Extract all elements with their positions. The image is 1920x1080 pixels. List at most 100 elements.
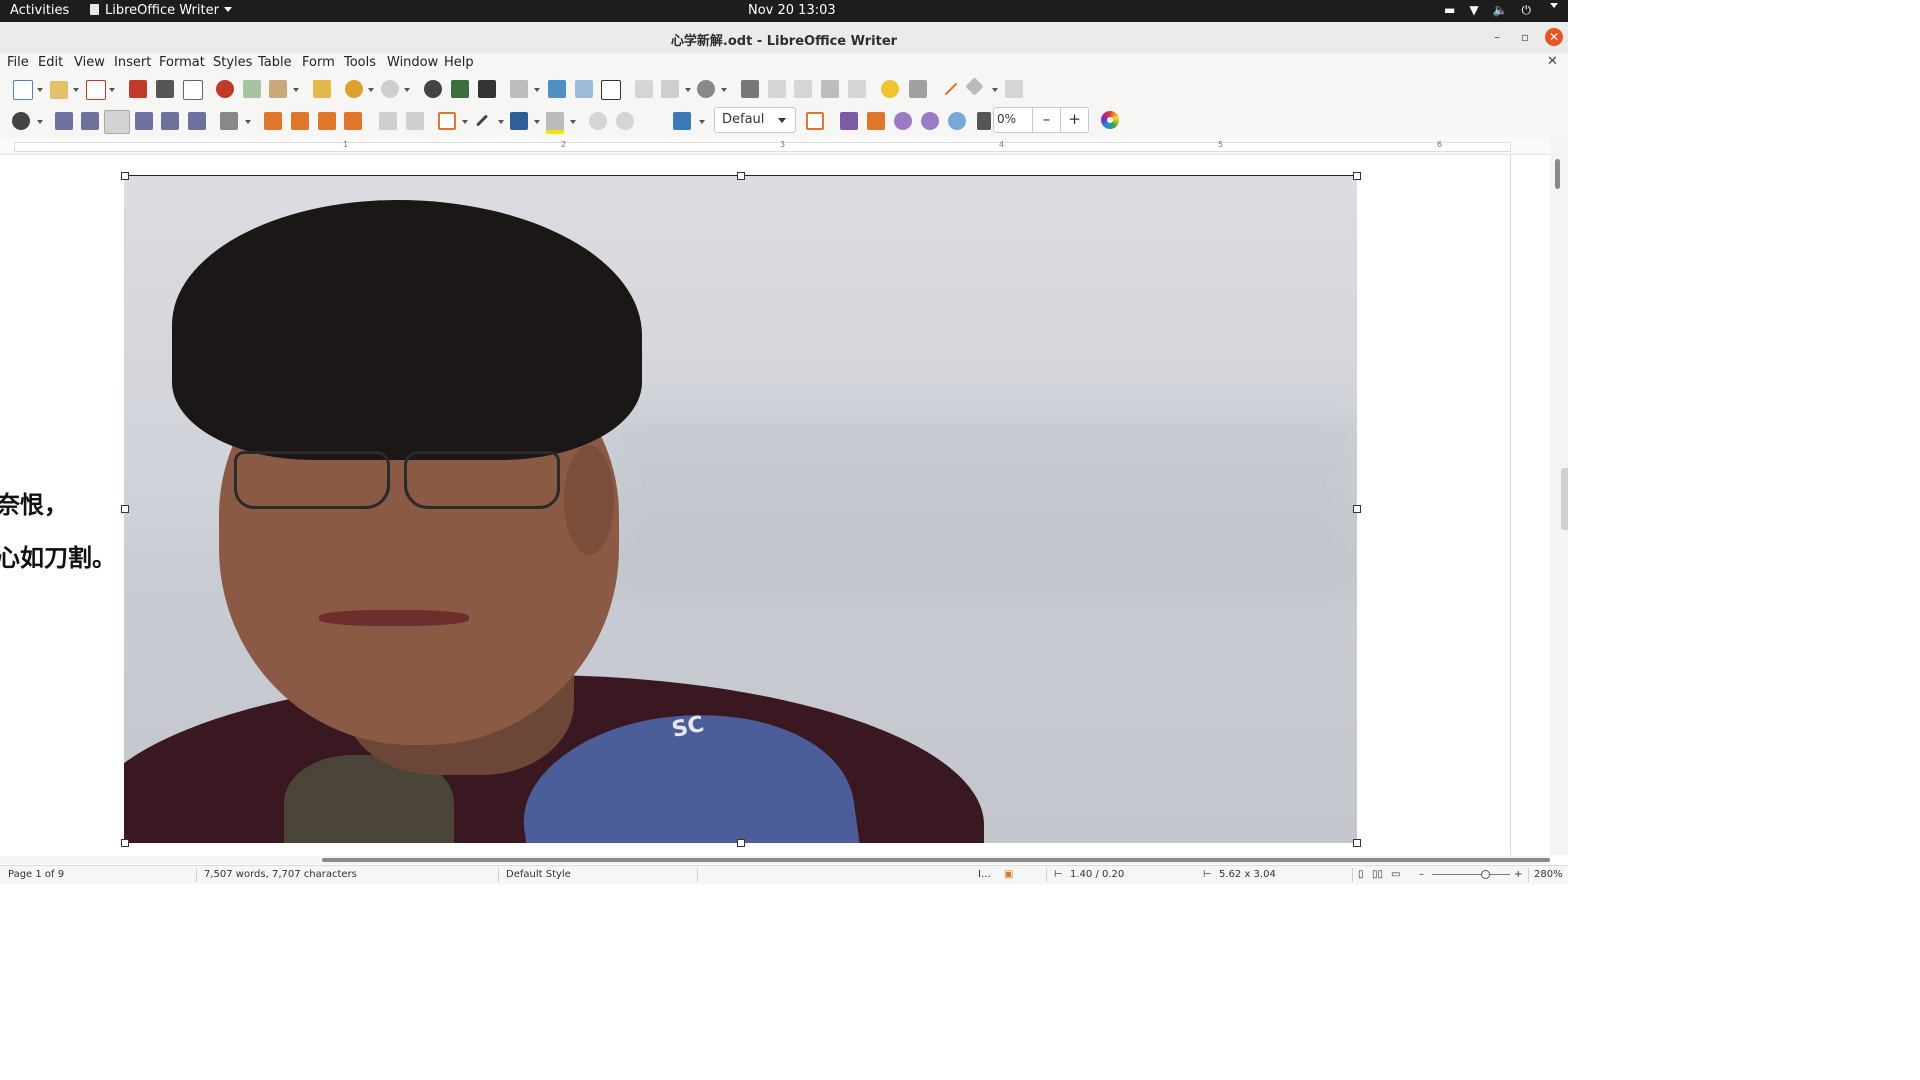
- bring-to-front-icon[interactable]: [264, 112, 282, 130]
- selected-portrait-image[interactable]: SC: [124, 175, 1357, 843]
- background-color-dropdown-icon[interactable]: [570, 120, 576, 124]
- border-color-dropdown-icon[interactable]: [534, 120, 540, 124]
- rotate-left-icon[interactable]: [894, 112, 912, 130]
- copy-icon[interactable]: [243, 80, 261, 98]
- insert-field-icon[interactable]: [661, 80, 679, 98]
- power-icon[interactable]: ⏻: [1522, 3, 1532, 18]
- menu-form[interactable]: Form: [302, 55, 335, 70]
- wrap-off-icon[interactable]: [55, 112, 73, 130]
- insert-image-icon[interactable]: [548, 80, 566, 98]
- resize-handle-bottom-right[interactable]: [1353, 839, 1361, 847]
- insert-comment-icon[interactable]: [881, 80, 899, 98]
- multi-page-view-icon[interactable]: ▯▯: [1372, 869, 1383, 880]
- resize-handle-top[interactable]: [737, 172, 745, 180]
- insert-footnote-icon[interactable]: [768, 80, 786, 98]
- zoom-in-button[interactable]: +: [1514, 869, 1522, 880]
- export-pdf-icon[interactable]: [129, 80, 147, 98]
- formatting-marks-icon[interactable]: [478, 80, 496, 98]
- horizontal-ruler[interactable]: 1 2 3 4 5 6: [0, 137, 1550, 155]
- special-character-icon[interactable]: [697, 80, 715, 98]
- print-icon[interactable]: [156, 80, 174, 98]
- document-modified-icon[interactable]: ▣: [1004, 869, 1013, 880]
- keyboard-icon[interactable]: ▬: [1444, 3, 1455, 18]
- tray-chevron-down-icon[interactable]: [1550, 3, 1558, 8]
- app-menu[interactable]: LibreOffice Writer: [90, 3, 232, 18]
- wrap-right-icon[interactable]: [161, 112, 179, 130]
- menu-file[interactable]: File: [7, 55, 29, 70]
- insert-mode-icon[interactable]: I…: [978, 869, 991, 880]
- insert-table-icon[interactable]: [510, 80, 528, 98]
- wrap-through-icon[interactable]: [188, 112, 206, 130]
- insert-hyperlink-icon[interactable]: [741, 80, 759, 98]
- save-dropdown-icon[interactable]: [109, 88, 115, 92]
- wrap-left-icon[interactable]: [135, 112, 153, 130]
- to-background-icon[interactable]: [406, 112, 424, 130]
- menu-format[interactable]: Format: [159, 55, 205, 70]
- horizontal-scrollbar[interactable]: [0, 856, 1550, 864]
- save-icon[interactable]: [86, 80, 106, 100]
- page-count[interactable]: Page 1 of 9: [8, 869, 64, 880]
- basic-shapes-icon[interactable]: [965, 77, 984, 96]
- menu-insert[interactable]: Insert: [114, 55, 151, 70]
- zoom-level[interactable]: 280%: [1534, 869, 1563, 880]
- bring-forward-icon[interactable]: [291, 112, 309, 130]
- open-dropdown-icon[interactable]: [73, 88, 79, 92]
- menu-edit[interactable]: Edit: [38, 55, 63, 70]
- undo-icon[interactable]: [345, 80, 363, 98]
- window-titlebar[interactable]: 心学新解.odt - LibreOffice Writer – ▫ ✕: [0, 22, 1568, 54]
- insert-chart-icon[interactable]: [575, 80, 593, 98]
- book-view-icon[interactable]: ▭: [1391, 869, 1400, 880]
- border-color-icon[interactable]: [510, 112, 528, 130]
- close-window-button[interactable]: ✕: [1545, 28, 1563, 46]
- image-filter-icon[interactable]: [673, 112, 691, 130]
- vertical-scroll-thumb[interactable]: [1555, 159, 1560, 189]
- insert-bookmark-icon[interactable]: [821, 80, 839, 98]
- menu-table[interactable]: Table: [258, 55, 292, 70]
- flip-horizontally-icon[interactable]: [867, 112, 885, 130]
- horizontal-scroll-thumb[interactable]: [322, 858, 1550, 862]
- menu-help[interactable]: Help: [444, 55, 474, 70]
- align-dropdown-icon[interactable]: [245, 120, 251, 124]
- rotate-icon[interactable]: [948, 112, 966, 130]
- send-backward-icon[interactable]: [318, 112, 336, 130]
- volume-icon[interactable]: 🔈: [1493, 3, 1508, 18]
- insert-text-box-icon[interactable]: [601, 80, 621, 100]
- shapes-dropdown-icon[interactable]: [992, 88, 998, 92]
- rotate-right-icon[interactable]: [921, 112, 939, 130]
- sidebar-toggle[interactable]: [1561, 468, 1568, 530]
- color-icon[interactable]: [1101, 111, 1119, 129]
- minimize-button[interactable]: –: [1488, 28, 1506, 46]
- send-to-back-icon[interactable]: [344, 112, 362, 130]
- document-text-line[interactable]: 心如刀割。: [0, 538, 116, 573]
- menu-view[interactable]: View: [74, 55, 105, 70]
- find-replace-icon[interactable]: [424, 80, 442, 98]
- paste-dropdown-icon[interactable]: [293, 88, 299, 92]
- new-document-icon[interactable]: [13, 80, 33, 100]
- system-tray[interactable]: ▬ ▼ 🔈 ⏻: [1444, 3, 1558, 18]
- resize-handle-left[interactable]: [121, 505, 129, 513]
- undo-dropdown-icon[interactable]: [368, 88, 374, 92]
- resize-handle-bottom-left[interactable]: [121, 839, 129, 847]
- borders-icon[interactable]: [438, 112, 456, 130]
- word-count[interactable]: 7,507 words, 7,707 characters: [204, 869, 357, 880]
- special-character-dropdown-icon[interactable]: [721, 88, 727, 92]
- menu-tools[interactable]: Tools: [344, 55, 376, 70]
- paste-icon[interactable]: [269, 80, 287, 98]
- zoom-slider[interactable]: [1432, 874, 1510, 875]
- page-wrap-icon[interactable]: [81, 112, 99, 130]
- resize-handle-bottom[interactable]: [737, 839, 745, 847]
- flip-vertically-icon[interactable]: [840, 112, 858, 130]
- image-filter-dropdown-icon[interactable]: [699, 120, 705, 124]
- align-objects-icon[interactable]: [220, 112, 238, 130]
- spelling-icon[interactable]: [451, 80, 469, 98]
- border-style-dropdown-icon[interactable]: [498, 120, 504, 124]
- field-dropdown-icon[interactable]: [685, 88, 691, 92]
- resize-handle-top-left[interactable]: [121, 172, 129, 180]
- border-style-icon[interactable]: [475, 114, 489, 127]
- show-draw-functions-icon[interactable]: [1005, 80, 1023, 98]
- to-foreground-icon[interactable]: [379, 112, 397, 130]
- menu-window[interactable]: Window: [387, 55, 438, 70]
- activities-button[interactable]: Activities: [10, 3, 69, 18]
- clock[interactable]: Nov 20 13:03: [748, 3, 836, 18]
- new-dropdown-icon[interactable]: [37, 88, 43, 92]
